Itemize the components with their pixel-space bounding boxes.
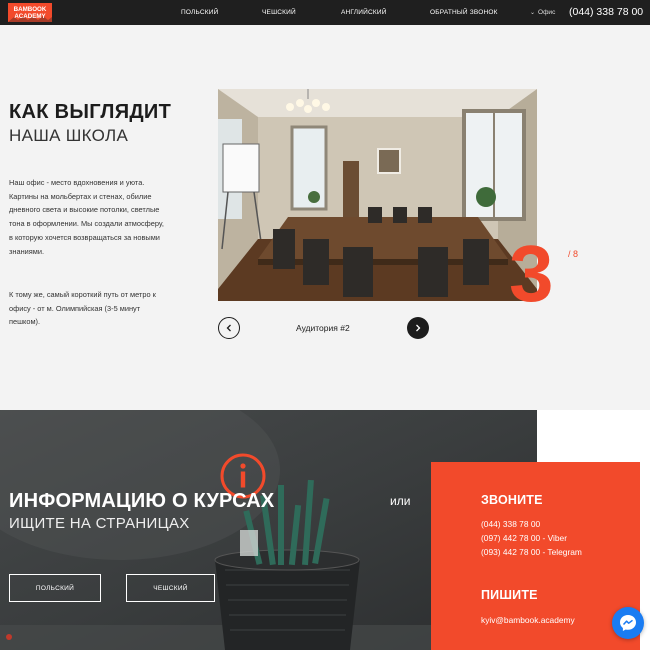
slider-next-button[interactable]: [407, 317, 429, 339]
nav-polish[interactable]: ПОЛЬСКИЙ: [181, 0, 218, 25]
courses-subtitle: ИЩИТЕ НА СТРАНИЦАХ: [9, 515, 190, 532]
nav-callback[interactable]: ОБРАТНЫЙ ЗВОНОК: [430, 0, 498, 25]
site-header: BAMBOOK ACADEMY ПОЛЬСКИЙ ЧЕШСКИЙ АНГЛИЙС…: [0, 0, 650, 25]
contact-panel: ЗВОНИТЕ (044) 338 78 00 (097) 442 78 00 …: [431, 462, 640, 650]
slide-total: / 8: [568, 249, 579, 259]
office-selector[interactable]: ⌄ Офис: [530, 0, 555, 25]
about-title: КАК ВЫГЛЯДИТ: [9, 101, 172, 123]
slider-prev-button[interactable]: [218, 317, 240, 339]
office-label: Офис: [538, 9, 556, 16]
nav-english[interactable]: АНГЛИЙСКИЙ: [341, 0, 387, 25]
logo-text-1: BAMBOOK: [14, 6, 47, 13]
logo[interactable]: BAMBOOK ACADEMY: [8, 3, 52, 22]
logo-text-2: ACADEMY: [14, 13, 46, 20]
messenger-icon: [620, 615, 636, 631]
messenger-chat-button[interactable]: [612, 607, 644, 639]
contact-email[interactable]: kyiv@bambook.academy: [481, 615, 575, 625]
contact-phone-viber[interactable]: (097) 442 78 00 - Viber: [481, 533, 567, 543]
chevron-left-icon: [226, 324, 231, 332]
about-subtitle: НАША ШКОЛА: [9, 126, 129, 145]
header-phone[interactable]: (044) 338 78 00: [569, 0, 643, 25]
about-description-2: К тому же, самый короткий путь от метро …: [9, 290, 156, 327]
nav-czech[interactable]: ЧЕШСКИЙ: [262, 0, 296, 25]
write-heading: ПИШИТЕ: [481, 588, 538, 602]
contact-phone-telegram[interactable]: (093) 442 78 00 - Telegram: [481, 547, 582, 557]
slide-caption: Аудитория #2: [296, 323, 350, 333]
classroom-photo: [218, 89, 537, 301]
call-heading: ЗВОНИТЕ: [481, 493, 543, 507]
czech-course-button[interactable]: ЧЕШСКИЙ: [126, 574, 215, 602]
slide-current-number: 3: [509, 229, 553, 318]
or-text: или: [390, 494, 411, 508]
chevron-down-icon: ⌄: [530, 10, 536, 16]
polish-course-button[interactable]: ПОЛЬСКИЙ: [9, 574, 101, 602]
courses-title: ИНФОРМАЦИЮ О КУРСАХ: [9, 490, 275, 512]
corner-badge: [6, 634, 12, 640]
about-description-1: Наш офис - место вдохновения и уюта. Кар…: [9, 178, 164, 256]
chevron-right-icon: [416, 324, 421, 332]
contact-phone-1[interactable]: (044) 338 78 00: [481, 519, 540, 529]
